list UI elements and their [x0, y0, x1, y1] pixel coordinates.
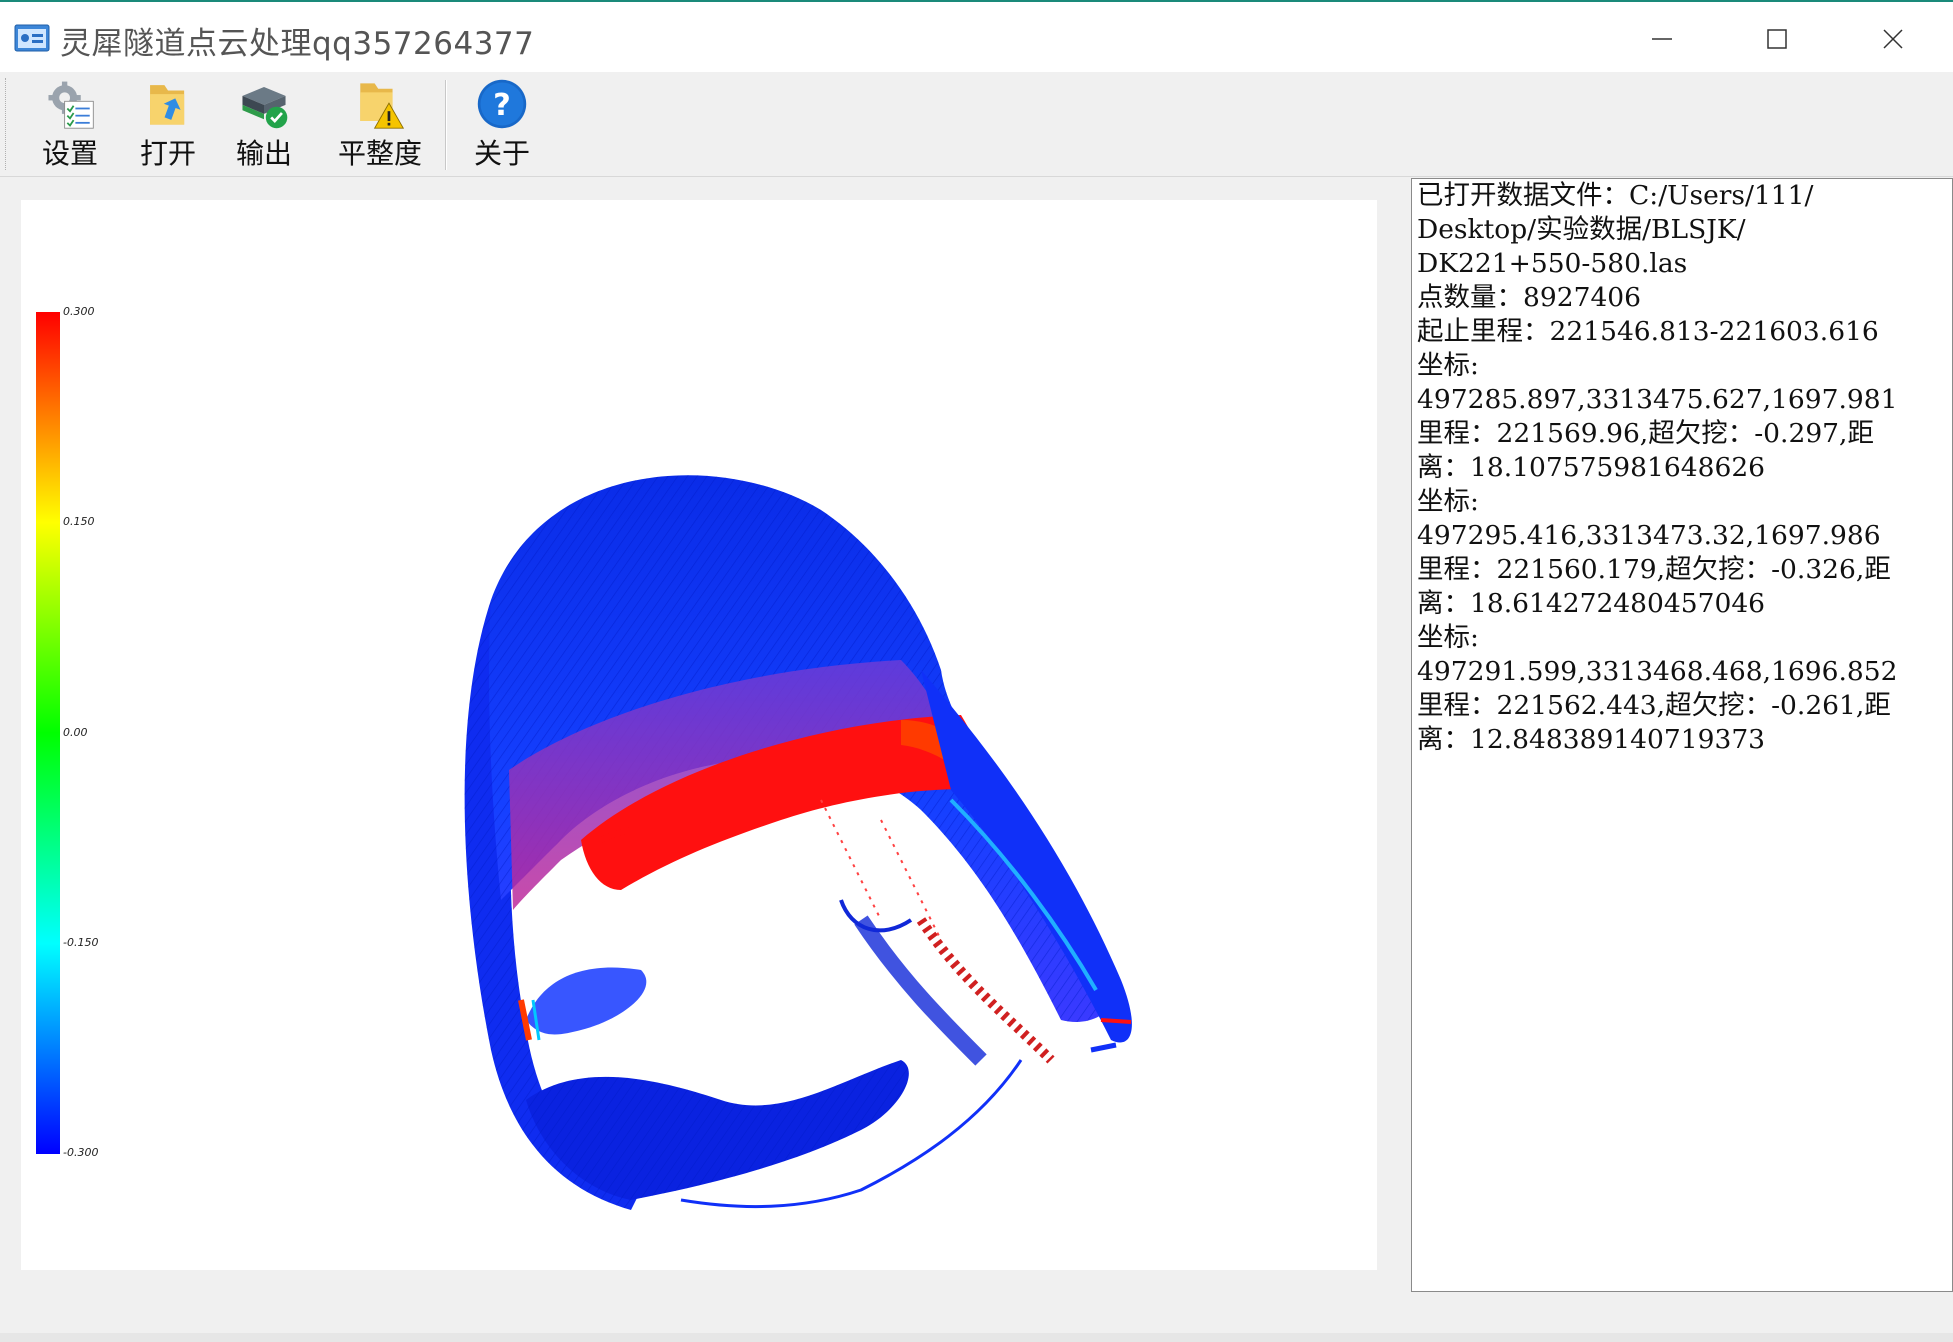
svg-text:?: ? — [493, 88, 511, 123]
close-icon — [1883, 29, 1903, 49]
flatness-warning-icon — [360, 83, 405, 129]
info-line: 点数量：8927406 — [1417, 282, 1642, 313]
point-cloud-viewport[interactable]: 0.300 0.150 0.00 -0.150 -0.300 — [21, 200, 1377, 1270]
info-line: 已打开数据文件：C:/Users/111/ — [1417, 180, 1814, 211]
info-line: Desktop/实验数据/BLSJK/ — [1417, 214, 1746, 245]
info-line: 离：18.614272480457046 — [1417, 588, 1766, 619]
toolbar-separator — [445, 80, 447, 170]
color-scale-tick-min: -0.300 — [63, 1146, 98, 1159]
info-line: 497291.599,3313468.468,1696.852 — [1417, 656, 1898, 687]
settings-label: 设置 — [41, 137, 98, 170]
info-line: 坐标: — [1417, 350, 1479, 381]
taskbar-edge — [0, 1333, 1953, 1342]
color-scale-tick-high: 0.150 — [63, 515, 95, 528]
info-line: 里程：221562.443,超欠挖：-0.261,距 — [1417, 690, 1891, 721]
title-bar: 灵犀隧道点云处理qq357264377 — [0, 0, 1953, 72]
maximize-icon — [1767, 29, 1787, 49]
tunnel-point-cloud — [464, 475, 1132, 1210]
info-line: 起止里程：221546.813-221603.616 — [1417, 316, 1879, 347]
minimize-button[interactable] — [1622, 16, 1702, 62]
open-folder-icon — [150, 85, 185, 125]
open-button[interactable]: 打开 — [136, 78, 200, 172]
toolbar: 设置 打开 输出 平整度 ? 关于 — [0, 72, 1953, 177]
maximize-button[interactable] — [1737, 16, 1817, 62]
point-cloud-canvas[interactable]: 0.300 0.150 0.00 -0.150 -0.300 — [21, 200, 1377, 1270]
export-label: 输出 — [235, 137, 292, 170]
close-button[interactable] — [1853, 16, 1933, 62]
info-line: 497285.897,3313475.627,1697.981 — [1417, 384, 1898, 415]
info-panel[interactable]: 已打开数据文件：C:/Users/111/ Desktop/实验数据/BLSJK… — [1411, 178, 1953, 1292]
open-label: 打开 — [139, 137, 196, 170]
minimize-icon — [1652, 38, 1672, 40]
color-scale-tick-low: -0.150 — [63, 936, 98, 949]
color-scale-tick-zero: 0.00 — [63, 726, 88, 739]
export-button[interactable]: 输出 — [232, 78, 296, 172]
help-icon: ? — [477, 79, 527, 129]
info-line: 497295.416,3313473.32,1697.986 — [1417, 520, 1881, 551]
flatness-button[interactable]: 平整度 — [330, 78, 430, 172]
color-scale-bar — [36, 312, 60, 1154]
flatness-label: 平整度 — [337, 137, 422, 170]
about-label: 关于 — [473, 137, 530, 170]
toolbar-grip[interactable] — [5, 78, 9, 170]
info-line: 坐标: — [1417, 486, 1479, 517]
settings-button[interactable]: 设置 — [38, 78, 102, 172]
info-line: 离：18.107575981648626 — [1417, 452, 1766, 483]
info-line: 离：12.848389140719373 — [1417, 724, 1766, 755]
export-icon — [242, 86, 288, 129]
color-scale-tick-max: 0.300 — [63, 305, 95, 318]
settings-icon — [48, 81, 94, 129]
info-line: DK221+550-580.las — [1417, 248, 1688, 279]
info-line: 里程：221560.179,超欠挖：-0.326,距 — [1417, 554, 1891, 585]
about-button[interactable]: ? 关于 — [470, 78, 534, 172]
window-title: 灵犀隧道点云处理qq357264377 — [60, 26, 535, 62]
app-window-icon — [14, 24, 50, 52]
info-line: 里程：221569.96,超欠挖：-0.297,距 — [1417, 418, 1874, 449]
info-line: 坐标: — [1417, 622, 1479, 653]
